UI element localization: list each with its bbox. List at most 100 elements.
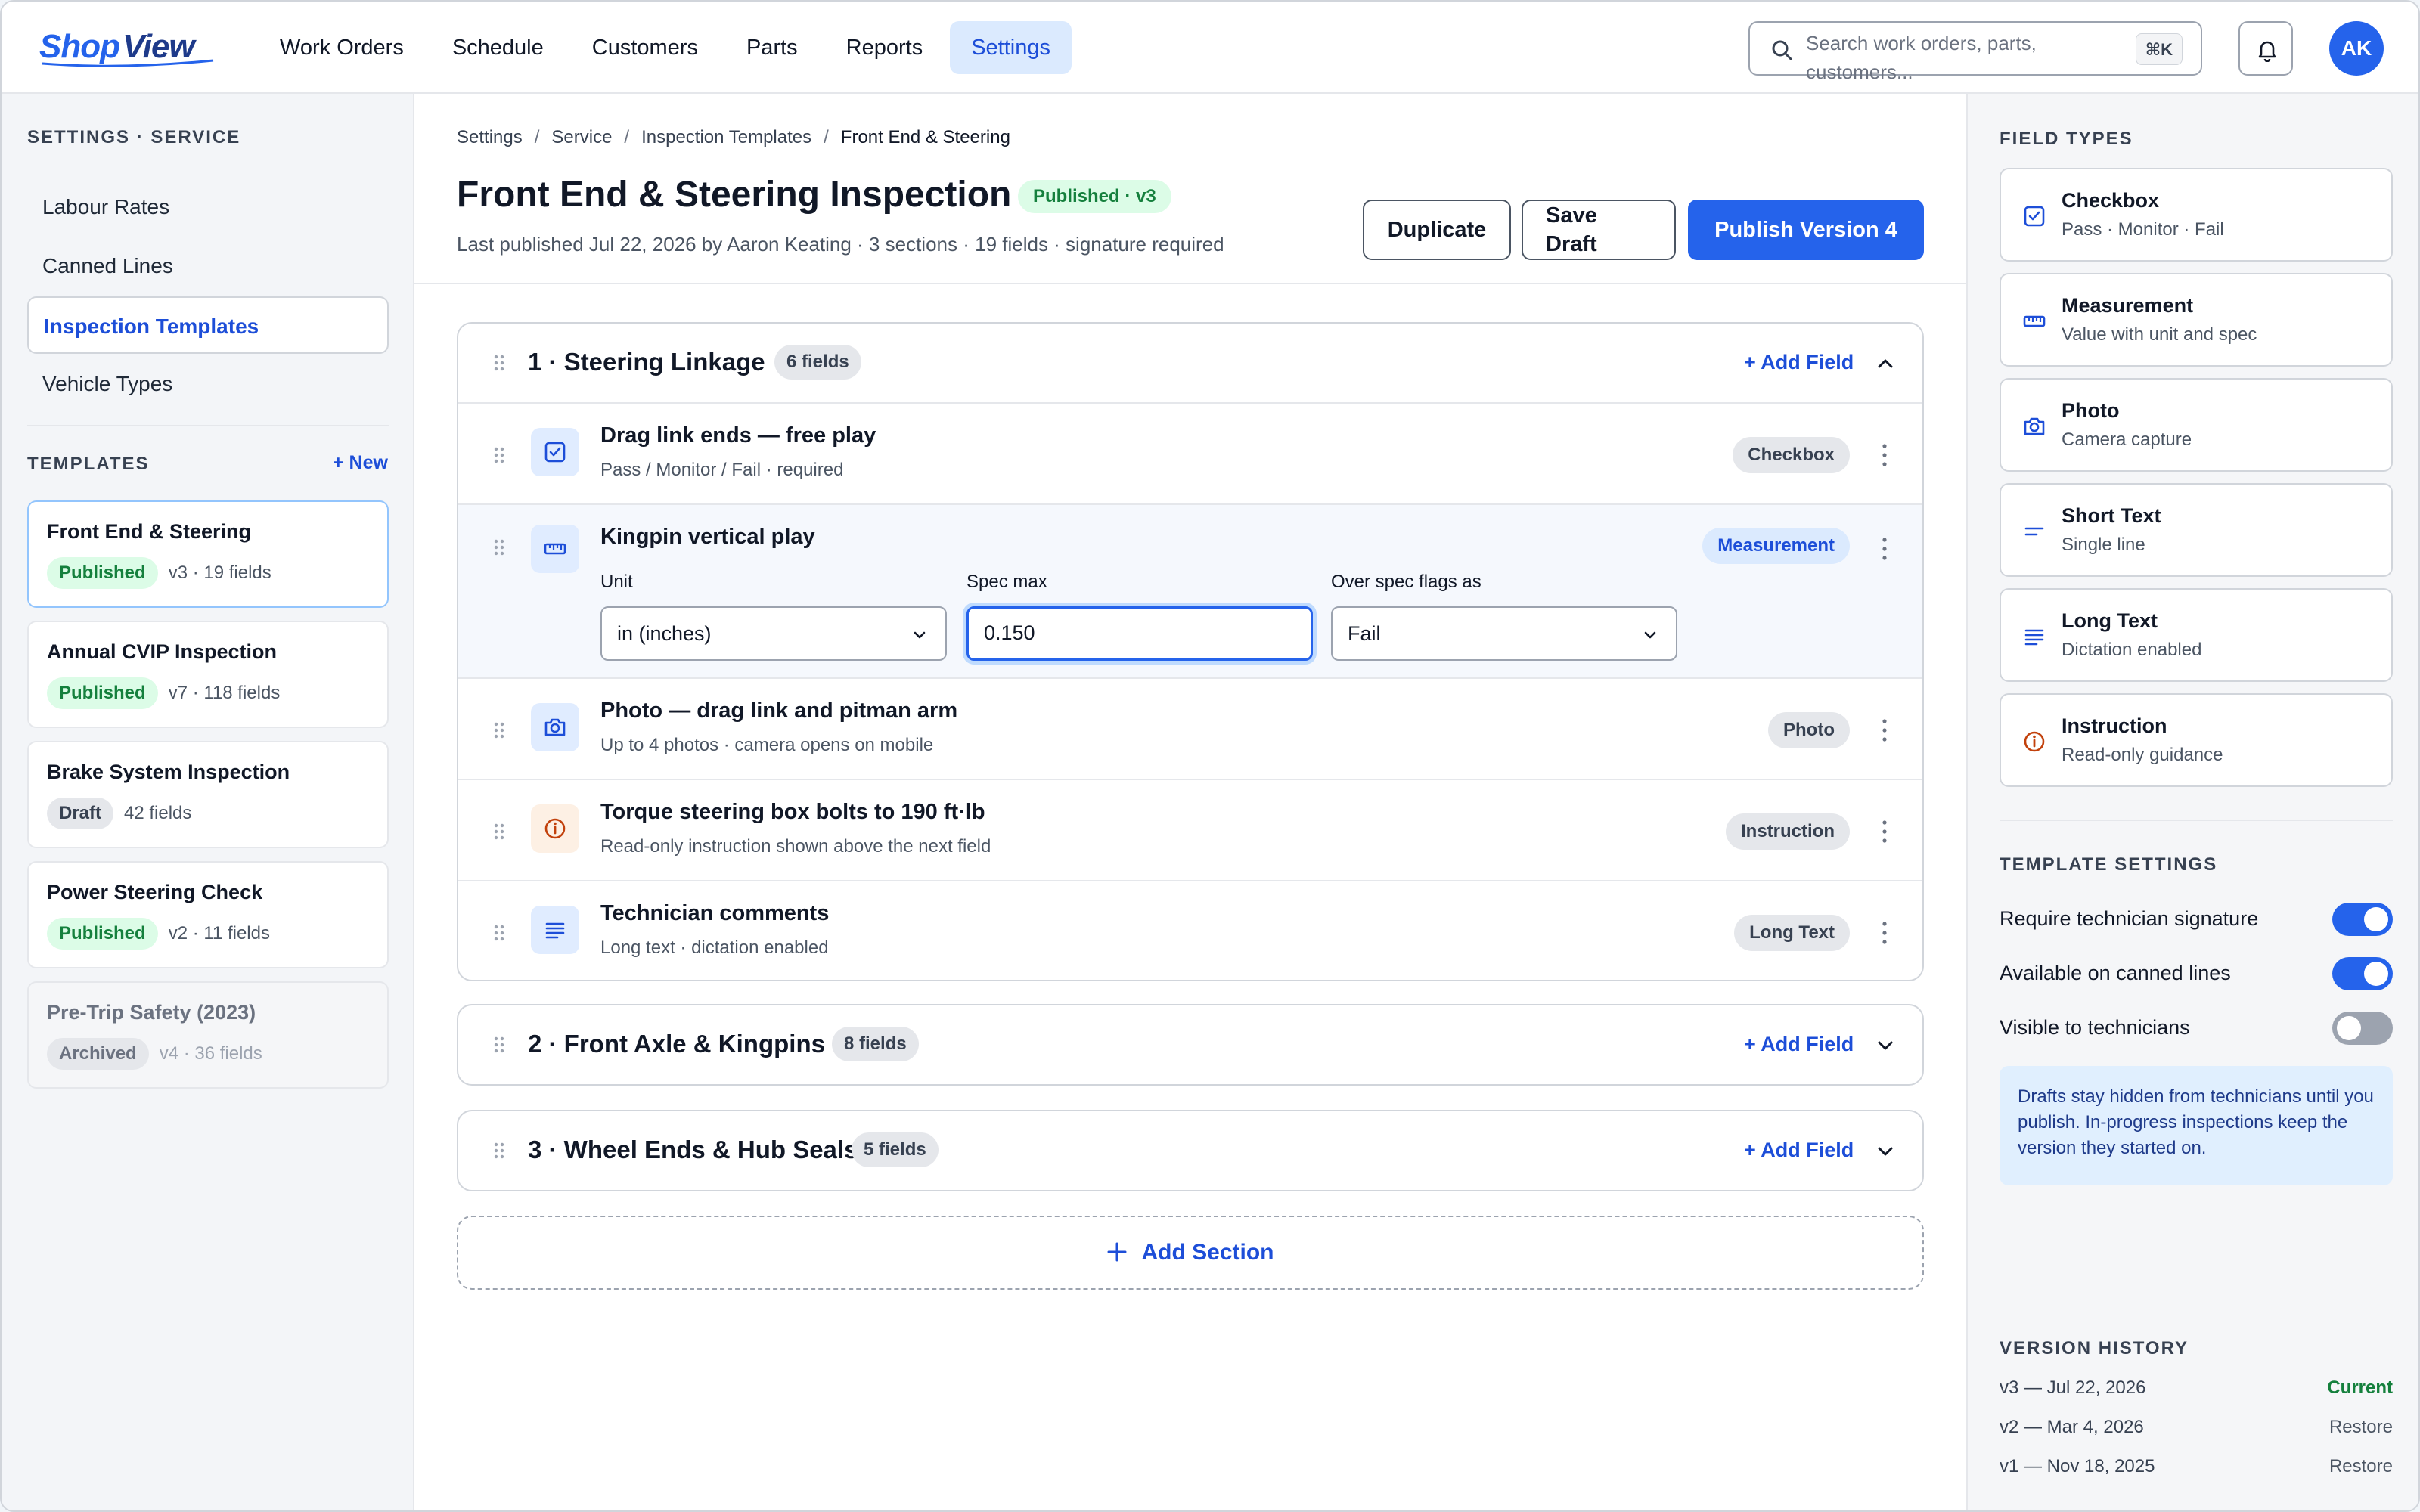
- svg-text:View: View: [123, 28, 197, 65]
- field-type-photo[interactable]: Photo Camera capture: [2000, 378, 2393, 472]
- drag-handle-icon[interactable]: [493, 1142, 505, 1160]
- field-type-checkbox[interactable]: Checkbox Pass · Monitor · Fail: [2000, 168, 2393, 262]
- section-title: 1 · Steering Linkage: [528, 348, 765, 376]
- notifications-button[interactable]: [2238, 21, 2293, 76]
- field-row[interactable]: Torque steering box bolts to 190 ft·lb R…: [458, 779, 1922, 880]
- template-card[interactable]: Front End & Steering Published v3 · 19 fi…: [27, 500, 389, 608]
- version-row: v3 — Jul 22, 2026 Current: [2000, 1377, 2393, 1399]
- shopview-logo[interactable]: Shop View: [38, 23, 219, 71]
- sidebar-item-labour-rates[interactable]: Labour Rates: [27, 178, 389, 236]
- chevron-down-icon[interactable]: [1874, 1140, 1897, 1163]
- field-type-short-text[interactable]: Short Text Single line: [2000, 483, 2393, 577]
- more-options-icon[interactable]: [1882, 443, 1888, 467]
- field-type-icon: [531, 906, 579, 954]
- nav-settings[interactable]: Settings: [950, 21, 1072, 74]
- field-type-instruction[interactable]: Instruction Read-only guidance: [2000, 693, 2393, 787]
- field-type-long-text[interactable]: Long Text Dictation enabled: [2000, 588, 2393, 682]
- unit-select-value: in (inches): [617, 622, 712, 645]
- draft-info-note: Drafts stay hidden from technicians unti…: [2000, 1066, 2393, 1185]
- template-card[interactable]: Annual CVIP Inspection Published v7 · 118…: [27, 621, 389, 728]
- panel-divider: [2000, 820, 2393, 821]
- over-spec-select[interactable]: Fail: [1331, 606, 1677, 661]
- field-type-desc: Value with unit and spec: [2062, 324, 2257, 345]
- field-type-name: Long Text: [2062, 609, 2158, 632]
- nav-parts[interactable]: Parts: [725, 21, 819, 74]
- save-draft-button[interactable]: Save Draft: [1522, 200, 1676, 260]
- more-options-icon[interactable]: [1882, 537, 1888, 561]
- template-meta: 42 fields: [124, 803, 192, 823]
- field-type-badge: Long Text: [1734, 915, 1850, 951]
- version-label: v2 — Mar 4, 2026: [2000, 1417, 2144, 1437]
- over-spec-select-value: Fail: [1348, 622, 1381, 645]
- drag-handle-icon[interactable]: [493, 924, 505, 942]
- top-navigation-bar: Shop View Work Orders Schedule Customers…: [2, 2, 2418, 94]
- canned-lines-toggle[interactable]: [2332, 957, 2393, 990]
- section-front-axle[interactable]: 2 · Front Axle & Kingpins 8 fields + Add…: [457, 1004, 1924, 1086]
- more-options-icon[interactable]: [1882, 820, 1888, 844]
- drag-handle-icon[interactable]: [493, 1036, 505, 1054]
- field-types-panel: FIELD TYPES Checkbox Pass · Monitor · Fa…: [1966, 94, 2418, 1510]
- drag-handle-icon[interactable]: [493, 721, 505, 739]
- field-type-palette: Checkbox Pass · Monitor · Fail Measureme…: [2000, 168, 2393, 798]
- sidebar-item-vehicle-types[interactable]: Vehicle Types: [27, 355, 389, 413]
- template-card[interactable]: Power Steering Check Published v2 · 11 fi…: [27, 861, 389, 968]
- nav-reports[interactable]: Reports: [825, 21, 945, 74]
- field-type-desc: Single line: [2062, 534, 2145, 555]
- drag-handle-icon[interactable]: [493, 446, 505, 464]
- chevron-down-icon[interactable]: [1874, 1034, 1897, 1057]
- nav-customers[interactable]: Customers: [571, 21, 719, 74]
- publish-button[interactable]: Publish Version 4: [1688, 200, 1924, 260]
- restore-version-link[interactable]: Restore: [2329, 1417, 2393, 1438]
- section-wheel-ends[interactable]: 3 · Wheel Ends & Hub Seals 5 fields + Ad…: [457, 1110, 1924, 1191]
- field-name: Torque steering box bolts to 190 ft·lb: [600, 800, 985, 824]
- setting-canned-lines: Available on canned lines: [2000, 957, 2393, 990]
- nav-schedule[interactable]: Schedule: [431, 21, 565, 74]
- nav-work-orders[interactable]: Work Orders: [259, 21, 425, 74]
- field-name: Technician comments: [600, 901, 830, 925]
- sidebar-item-inspection-templates[interactable]: Inspection Templates: [27, 296, 389, 354]
- drag-handle-icon[interactable]: [493, 354, 505, 372]
- section-title: 3 · Wheel Ends & Hub Seals: [528, 1136, 858, 1163]
- add-section-button[interactable]: Add Section: [457, 1216, 1924, 1290]
- drag-handle-icon[interactable]: [493, 823, 505, 841]
- template-name: Pre-Trip Safety (2023): [47, 1001, 256, 1024]
- template-card[interactable]: Brake System Inspection Draft 42 fields: [27, 741, 389, 848]
- add-field-button[interactable]: + Add Field: [1744, 1139, 1854, 1162]
- field-row[interactable]: Technician comments Long text · dictatio…: [458, 880, 1922, 980]
- sidebar-item-canned-lines[interactable]: Canned Lines: [27, 237, 389, 295]
- visible-technicians-toggle[interactable]: [2332, 1012, 2393, 1045]
- spec-max-input[interactable]: 0.150: [966, 606, 1313, 661]
- version-label: v3 — Jul 22, 2026: [2000, 1377, 2146, 1398]
- require-signature-toggle[interactable]: [2332, 903, 2393, 936]
- field-row[interactable]: Drag link ends — free play Pass / Monito…: [458, 402, 1922, 503]
- global-search-input[interactable]: Search work orders, parts, customers... …: [1748, 21, 2202, 83]
- ruler-icon: [2023, 315, 2046, 327]
- new-template-link[interactable]: + New: [333, 452, 388, 474]
- template-name: Annual CVIP Inspection: [47, 640, 278, 663]
- chevron-up-icon[interactable]: [1874, 352, 1897, 375]
- field-type-icon: [531, 703, 579, 751]
- drag-handle-icon[interactable]: [493, 538, 505, 556]
- field-row[interactable]: Photo — drag link and pitman arm Up to 4…: [458, 677, 1922, 779]
- add-field-button[interactable]: + Add Field: [1744, 351, 1854, 374]
- add-field-button[interactable]: + Add Field: [1744, 1033, 1854, 1056]
- field-type-measurement[interactable]: Measurement Value with unit and spec: [2000, 273, 2393, 367]
- chevron-down-icon: [914, 631, 926, 639]
- restore-version-link[interactable]: Restore: [2329, 1456, 2393, 1477]
- duplicate-button[interactable]: Duplicate: [1363, 200, 1511, 260]
- long-text-icon: [2024, 629, 2044, 646]
- unit-select[interactable]: in (inches): [600, 606, 947, 661]
- user-avatar[interactable]: AK: [2329, 21, 2384, 76]
- field-count-badge: 5 fields: [852, 1132, 939, 1167]
- setting-label: Require technician signature: [2000, 907, 2259, 930]
- more-options-icon[interactable]: [1882, 718, 1888, 742]
- info-icon: [2024, 731, 2045, 752]
- field-row-expanded[interactable]: Kingpin vertical play Measurement Unit i…: [458, 503, 1922, 677]
- template-card[interactable]: Pre-Trip Safety (2023) Archived v4 · 36 f…: [27, 981, 389, 1089]
- more-options-icon[interactable]: [1882, 921, 1888, 945]
- section-steering-linkage: 1 · Steering Linkage 6 fields + Add Fiel…: [457, 322, 1924, 981]
- breadcrumb-inspection-templates[interactable]: Inspection Templates: [641, 127, 811, 148]
- version-row: v2 — Mar 4, 2026 Restore: [2000, 1417, 2393, 1438]
- breadcrumb-settings[interactable]: Settings: [457, 127, 523, 148]
- breadcrumb-service[interactable]: Service: [551, 127, 612, 148]
